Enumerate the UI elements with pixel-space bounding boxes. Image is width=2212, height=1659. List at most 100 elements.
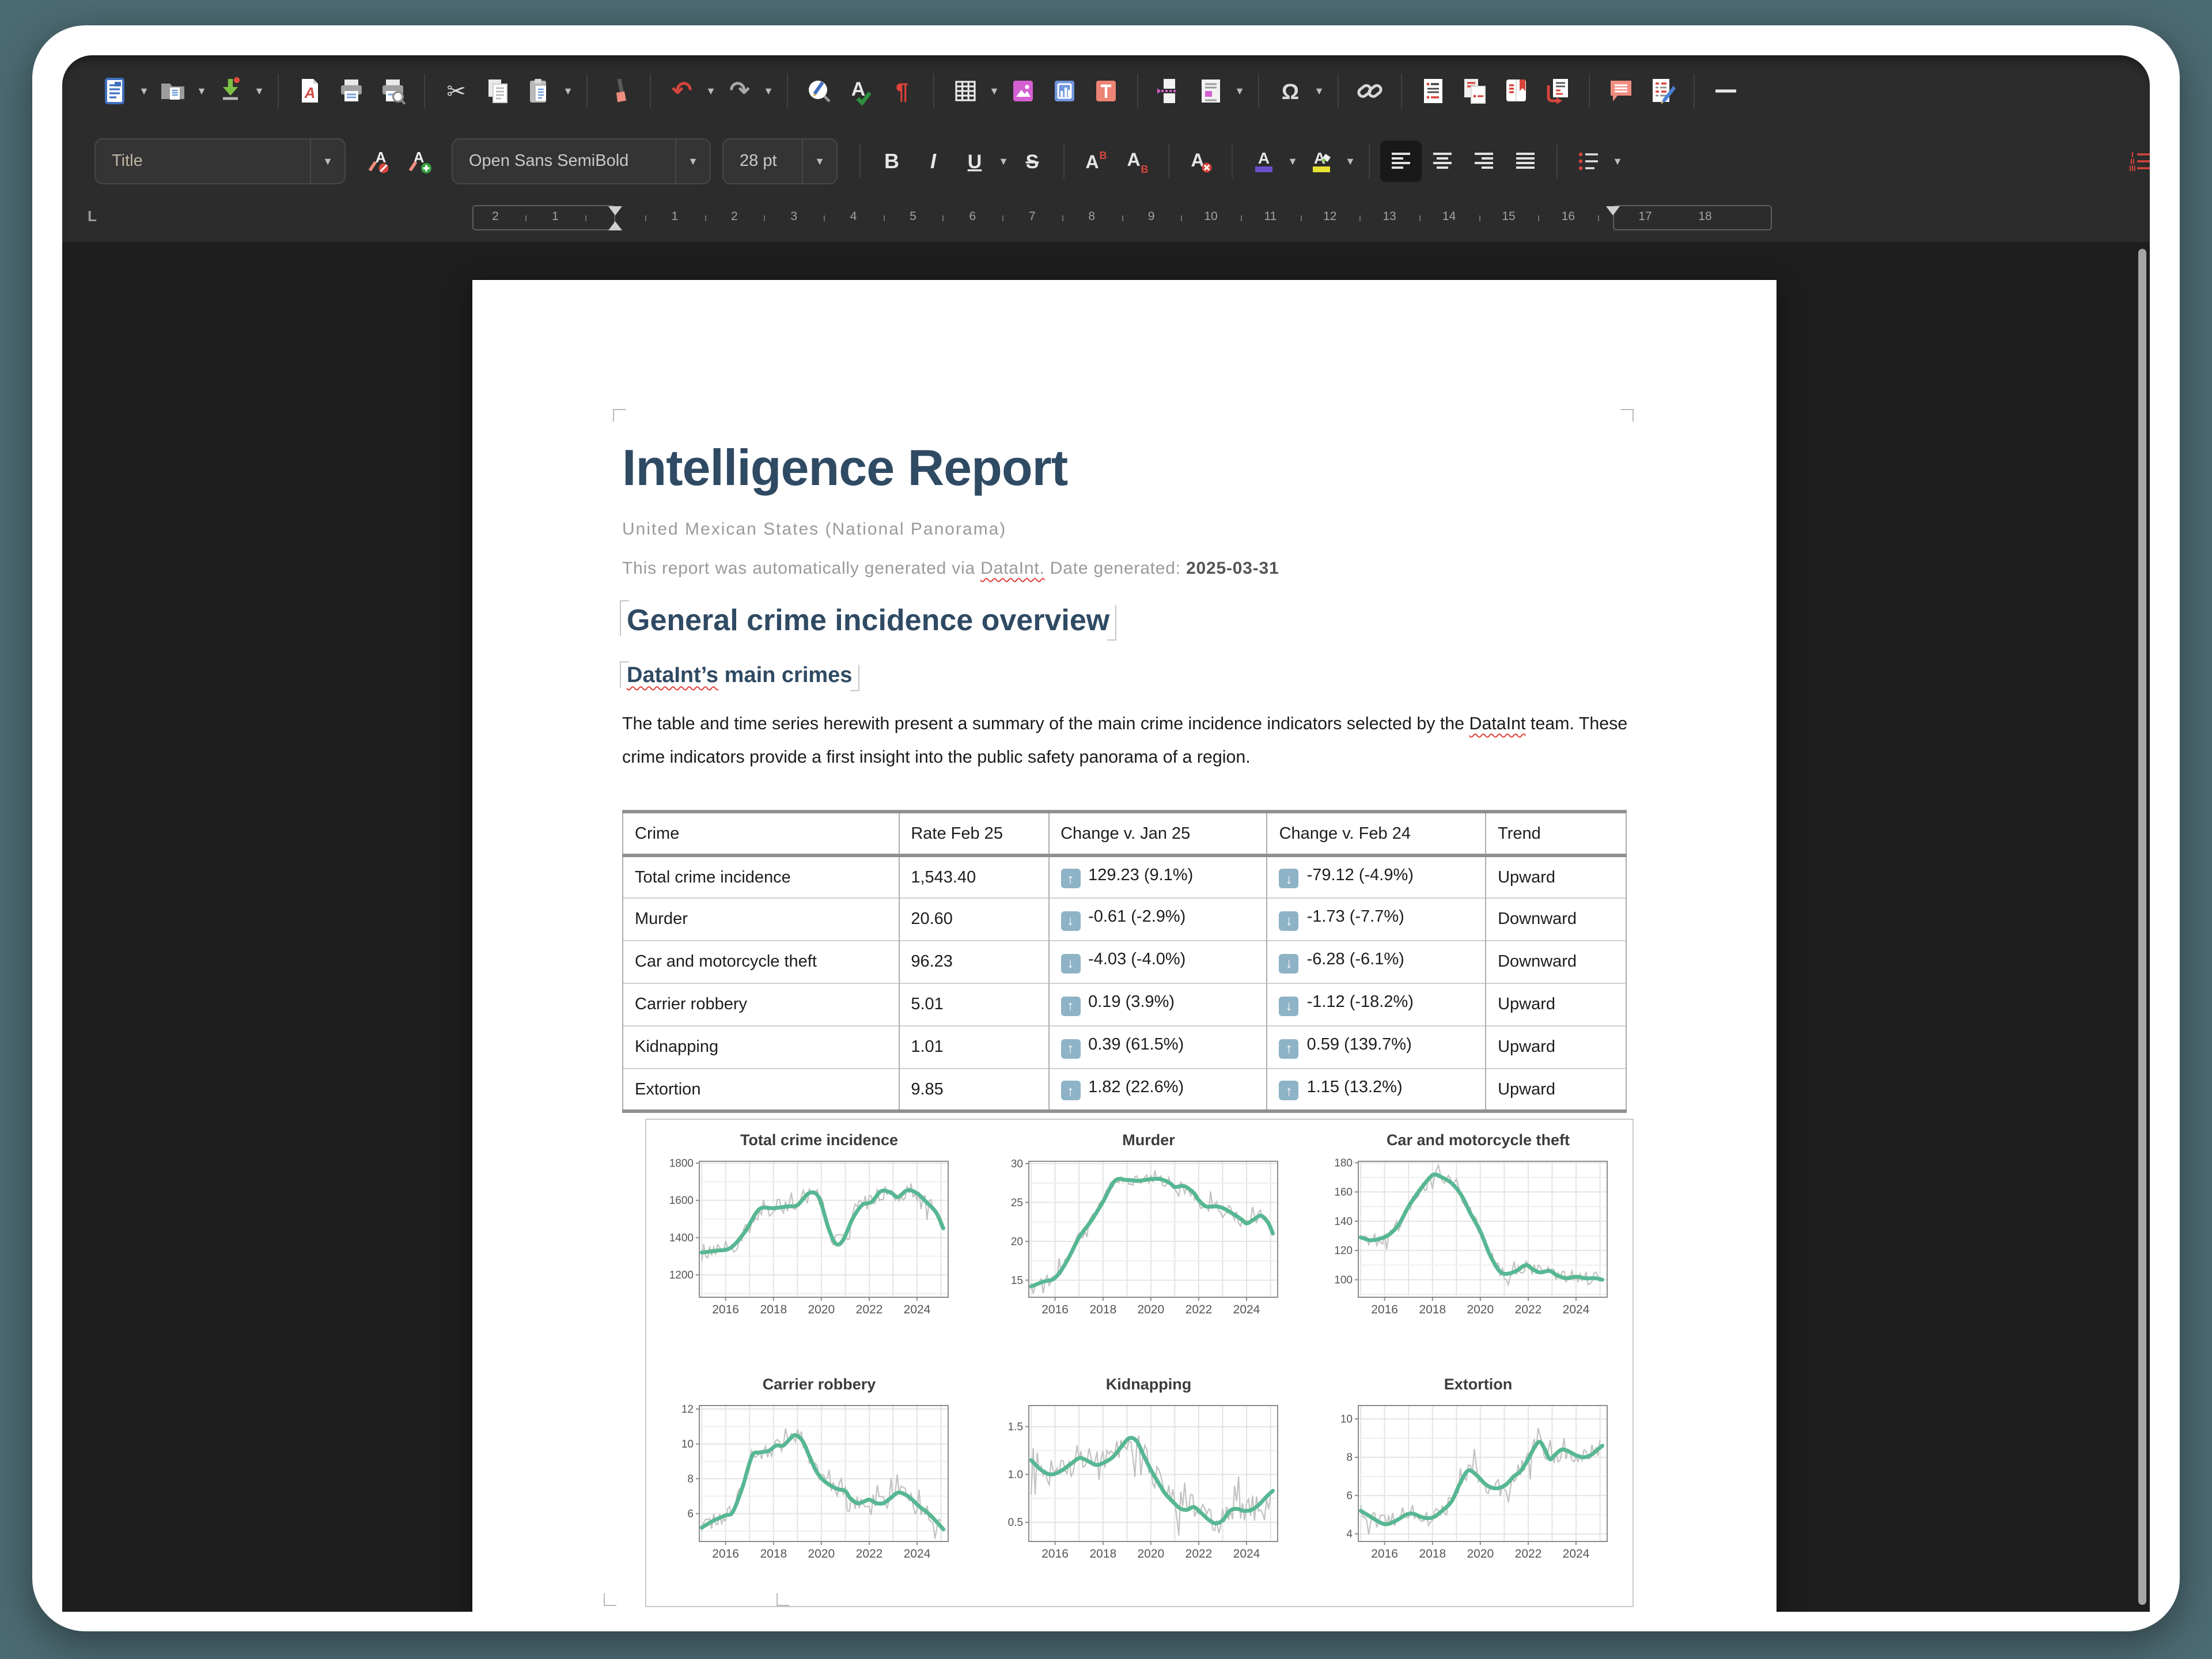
chevron-down-icon[interactable]: ▼ — [194, 70, 210, 112]
chevron-down-icon[interactable]: ▼ — [560, 70, 576, 112]
bullet-list-button[interactable] — [1568, 141, 1609, 182]
table-row: Total crime incidence1,543.40↑129.23 (9.… — [623, 855, 1626, 898]
bookmark-button[interactable] — [1495, 70, 1537, 112]
italic-button[interactable]: I — [912, 141, 954, 182]
font-name-combo[interactable]: Open Sans SemiBold▼ — [452, 138, 711, 184]
insert-footnote-button[interactable] — [1412, 70, 1454, 112]
toolbar-separator — [1369, 144, 1370, 179]
insert-textbox-icon — [1091, 76, 1121, 106]
undo-button[interactable]: ↶ — [661, 70, 703, 112]
save-button[interactable] — [210, 70, 251, 112]
table-cell: ↑1.82 (22.6%) — [1048, 1069, 1267, 1111]
chevron-down-icon[interactable]: ▼ — [1311, 70, 1327, 112]
special-character-button[interactable]: Ω — [1270, 70, 1311, 112]
arrow-down-icon: ↓ — [1279, 997, 1299, 1016]
toolbar-separator — [586, 74, 588, 108]
cross-reference-button[interactable] — [1537, 70, 1578, 112]
text-boundary-mark — [613, 409, 626, 422]
align-center-button[interactable] — [1422, 141, 1463, 182]
chevron-down-icon[interactable]: ▼ — [1342, 141, 1358, 182]
align-left-button[interactable] — [1380, 141, 1422, 182]
chevron-down-icon[interactable]: ▼ — [760, 70, 777, 112]
align-right-button[interactable] — [1463, 141, 1505, 182]
clone-formatting-icon — [604, 76, 634, 106]
insert-endnote-button[interactable] — [1454, 70, 1495, 112]
clear-formatting-icon: A — [1185, 146, 1215, 176]
hyperlink-button[interactable] — [1349, 70, 1391, 112]
insert-chart-button[interactable] — [1044, 70, 1085, 112]
print-button[interactable] — [331, 70, 372, 112]
new-document-button[interactable] — [94, 70, 136, 112]
insert-table-button[interactable] — [945, 70, 986, 112]
page-break-button[interactable] — [1149, 70, 1190, 112]
clear-formatting-button[interactable]: A — [1180, 141, 1221, 182]
chevron-down-icon[interactable]: ▼ — [251, 70, 267, 112]
column-header: Rate Feb 25 — [899, 812, 1048, 855]
paste-button[interactable] — [518, 70, 560, 112]
svg-text:2022: 2022 — [1515, 1547, 1542, 1560]
chevron-down-icon[interactable]: ▼ — [703, 70, 719, 112]
ruler[interactable]: L 21123456789101112131415161718 — [62, 196, 2150, 242]
table-row: Carrier robbery5.01↑0.19 (3.9%)↓-1.12 (-… — [623, 983, 1626, 1026]
cut-button[interactable]: ✂ — [435, 70, 477, 112]
redo-button[interactable]: ↷ — [719, 70, 760, 112]
svg-text:2018: 2018 — [1419, 1303, 1446, 1316]
find-replace-button[interactable] — [798, 70, 840, 112]
new-style-button[interactable]: A — [399, 141, 440, 182]
update-style-button[interactable]: A — [357, 141, 399, 182]
comment-button[interactable] — [1600, 70, 1642, 112]
font-color-button[interactable]: A — [1243, 141, 1285, 182]
clone-formatting-button[interactable] — [598, 70, 639, 112]
copy-button[interactable] — [477, 70, 518, 112]
insert-field-icon — [1196, 76, 1226, 106]
superscript-button[interactable]: AB — [1075, 141, 1116, 182]
table-cell: Murder — [623, 898, 899, 941]
trend-line — [702, 1190, 943, 1252]
chevron-down-icon[interactable]: ▼ — [310, 139, 344, 183]
update-style-icon: A — [363, 146, 393, 176]
table-header-row: CrimeRate Feb 25Change v. Jan 25Change v… — [623, 812, 1626, 855]
chevron-down-icon[interactable]: ▼ — [1285, 141, 1301, 182]
svg-text:¶: ¶ — [896, 79, 908, 104]
font-size-combo[interactable]: 28 pt▼ — [722, 138, 838, 184]
document-canvas[interactable]: Intelligence Report United Mexican State… — [62, 242, 2150, 1612]
misspelled-word: DataInt’s — [627, 664, 718, 688]
justify-button[interactable] — [1505, 141, 1546, 182]
mini-chart-murder: Murder1520253020162018202020222024 — [976, 1120, 1305, 1364]
chevron-down-icon[interactable]: ▼ — [1232, 70, 1248, 112]
svg-text:III: III — [2129, 164, 2136, 173]
export-pdf-icon: A — [295, 76, 325, 106]
chevron-down-icon[interactable]: ▼ — [995, 141, 1012, 182]
report-title: Intelligence Report — [622, 440, 1067, 498]
chevron-down-icon[interactable]: ▼ — [986, 70, 1002, 112]
insert-textbox-button[interactable] — [1085, 70, 1127, 112]
vertical-scrollbar[interactable] — [2138, 249, 2146, 1605]
spelling-button[interactable]: A — [840, 70, 881, 112]
tab-stop-selector[interactable]: L — [88, 207, 97, 225]
chart-title: Murder — [999, 1131, 1298, 1149]
print-preview-button[interactable] — [372, 70, 414, 112]
chevron-down-icon[interactable]: ▼ — [1609, 141, 1626, 182]
track-changes-button[interactable] — [1642, 70, 1683, 112]
formatting-marks-button[interactable]: ¶ — [881, 70, 923, 112]
svg-text:8: 8 — [687, 1473, 694, 1485]
numbered-list-button[interactable]: IIIIII — [2120, 141, 2150, 182]
insert-image-button[interactable] — [1002, 70, 1044, 112]
chevron-down-icon[interactable]: ▼ — [675, 139, 710, 183]
chevron-down-icon[interactable]: ▼ — [802, 139, 836, 183]
strikethrough-button[interactable]: S — [1012, 141, 1053, 182]
paragraph-style-combo[interactable]: Title ▼ — [94, 138, 346, 184]
align-center-icon — [1427, 146, 1457, 176]
subscript-button[interactable]: AB — [1116, 141, 1158, 182]
document-page[interactable]: Intelligence Report United Mexican State… — [472, 280, 1777, 1612]
open-folder-button[interactable] — [152, 70, 194, 112]
chart-plot: 68101220162018202020222024 — [646, 1396, 976, 1599]
insert-field-button[interactable] — [1190, 70, 1232, 112]
export-pdf-button[interactable]: A — [289, 70, 331, 112]
chevron-down-icon[interactable]: ▼ — [136, 70, 152, 112]
underline-button[interactable]: U — [954, 141, 995, 182]
highlight-color-button[interactable]: A — [1301, 141, 1342, 182]
horizontal-line-button[interactable] — [1705, 70, 1747, 112]
insert-chart-icon — [1050, 76, 1080, 106]
bold-button[interactable]: B — [871, 141, 912, 182]
